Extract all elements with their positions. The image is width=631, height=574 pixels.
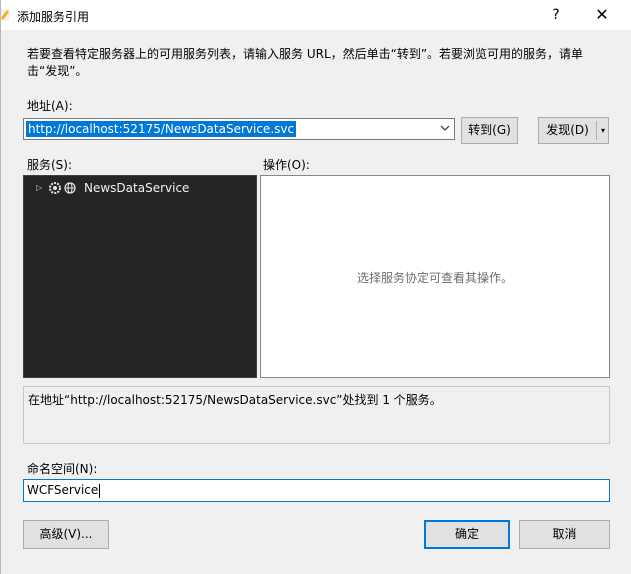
advanced-button[interactable]: 高级(V)... xyxy=(23,520,109,549)
expand-arrow-icon[interactable]: ▷ xyxy=(36,183,42,192)
help-button[interactable]: ? xyxy=(533,0,579,30)
discover-split-button[interactable]: 发现(D) ▾ xyxy=(538,117,609,144)
instruction-text: 若要查看特定服务器上的可用服务列表，请输入服务 URL，然后单击“转到”。若要浏… xyxy=(27,47,584,78)
status-box: 在地址“http://localhost:52175/NewsDataServi… xyxy=(23,386,610,444)
dropdown-arrow-icon[interactable]: ▾ xyxy=(597,118,609,143)
address-combobox[interactable]: http://localhost:52175/NewsDataService.s… xyxy=(23,118,455,140)
app-icon xyxy=(1,9,9,21)
address-value[interactable]: http://localhost:52175/NewsDataService.s… xyxy=(26,121,297,137)
operations-label: 操作(O): xyxy=(263,158,310,172)
operations-list[interactable]: 选择服务协定可查看其操作。 xyxy=(260,175,610,378)
services-label: 服务(S): xyxy=(27,158,73,172)
chevron-down-icon[interactable] xyxy=(436,119,454,139)
namespace-value[interactable]: WCFService xyxy=(27,483,98,497)
namespace-label: 命名空间(N): xyxy=(27,462,98,476)
service-gear-globe-icon xyxy=(49,182,76,194)
operations-empty-text: 选择服务协定可查看其操作。 xyxy=(356,271,513,285)
title-bar: 添加服务引用 ? ✕ xyxy=(1,0,631,30)
text-caret xyxy=(99,483,101,498)
status-text: 在地址“http://localhost:52175/NewsDataServi… xyxy=(28,393,442,407)
address-label: 地址(A): xyxy=(27,99,73,113)
cancel-button[interactable]: 取消 xyxy=(519,520,610,549)
services-tree[interactable]: ▷ NewsDataService xyxy=(23,175,257,378)
go-button[interactable]: 转到(G) xyxy=(461,117,518,144)
window-title: 添加服务引用 xyxy=(17,10,90,24)
close-button[interactable]: ✕ xyxy=(579,0,625,30)
tree-item-label[interactable]: NewsDataService xyxy=(84,181,189,195)
discover-button[interactable]: 发现(D) xyxy=(539,118,596,143)
ok-button[interactable]: 确定 xyxy=(424,520,510,549)
namespace-input[interactable]: WCFService xyxy=(23,479,610,502)
add-service-reference-dialog: 添加服务引用 ? ✕ 若要查看特定服务器上的可用服务列表，请输入服务 URL，然… xyxy=(0,0,631,574)
